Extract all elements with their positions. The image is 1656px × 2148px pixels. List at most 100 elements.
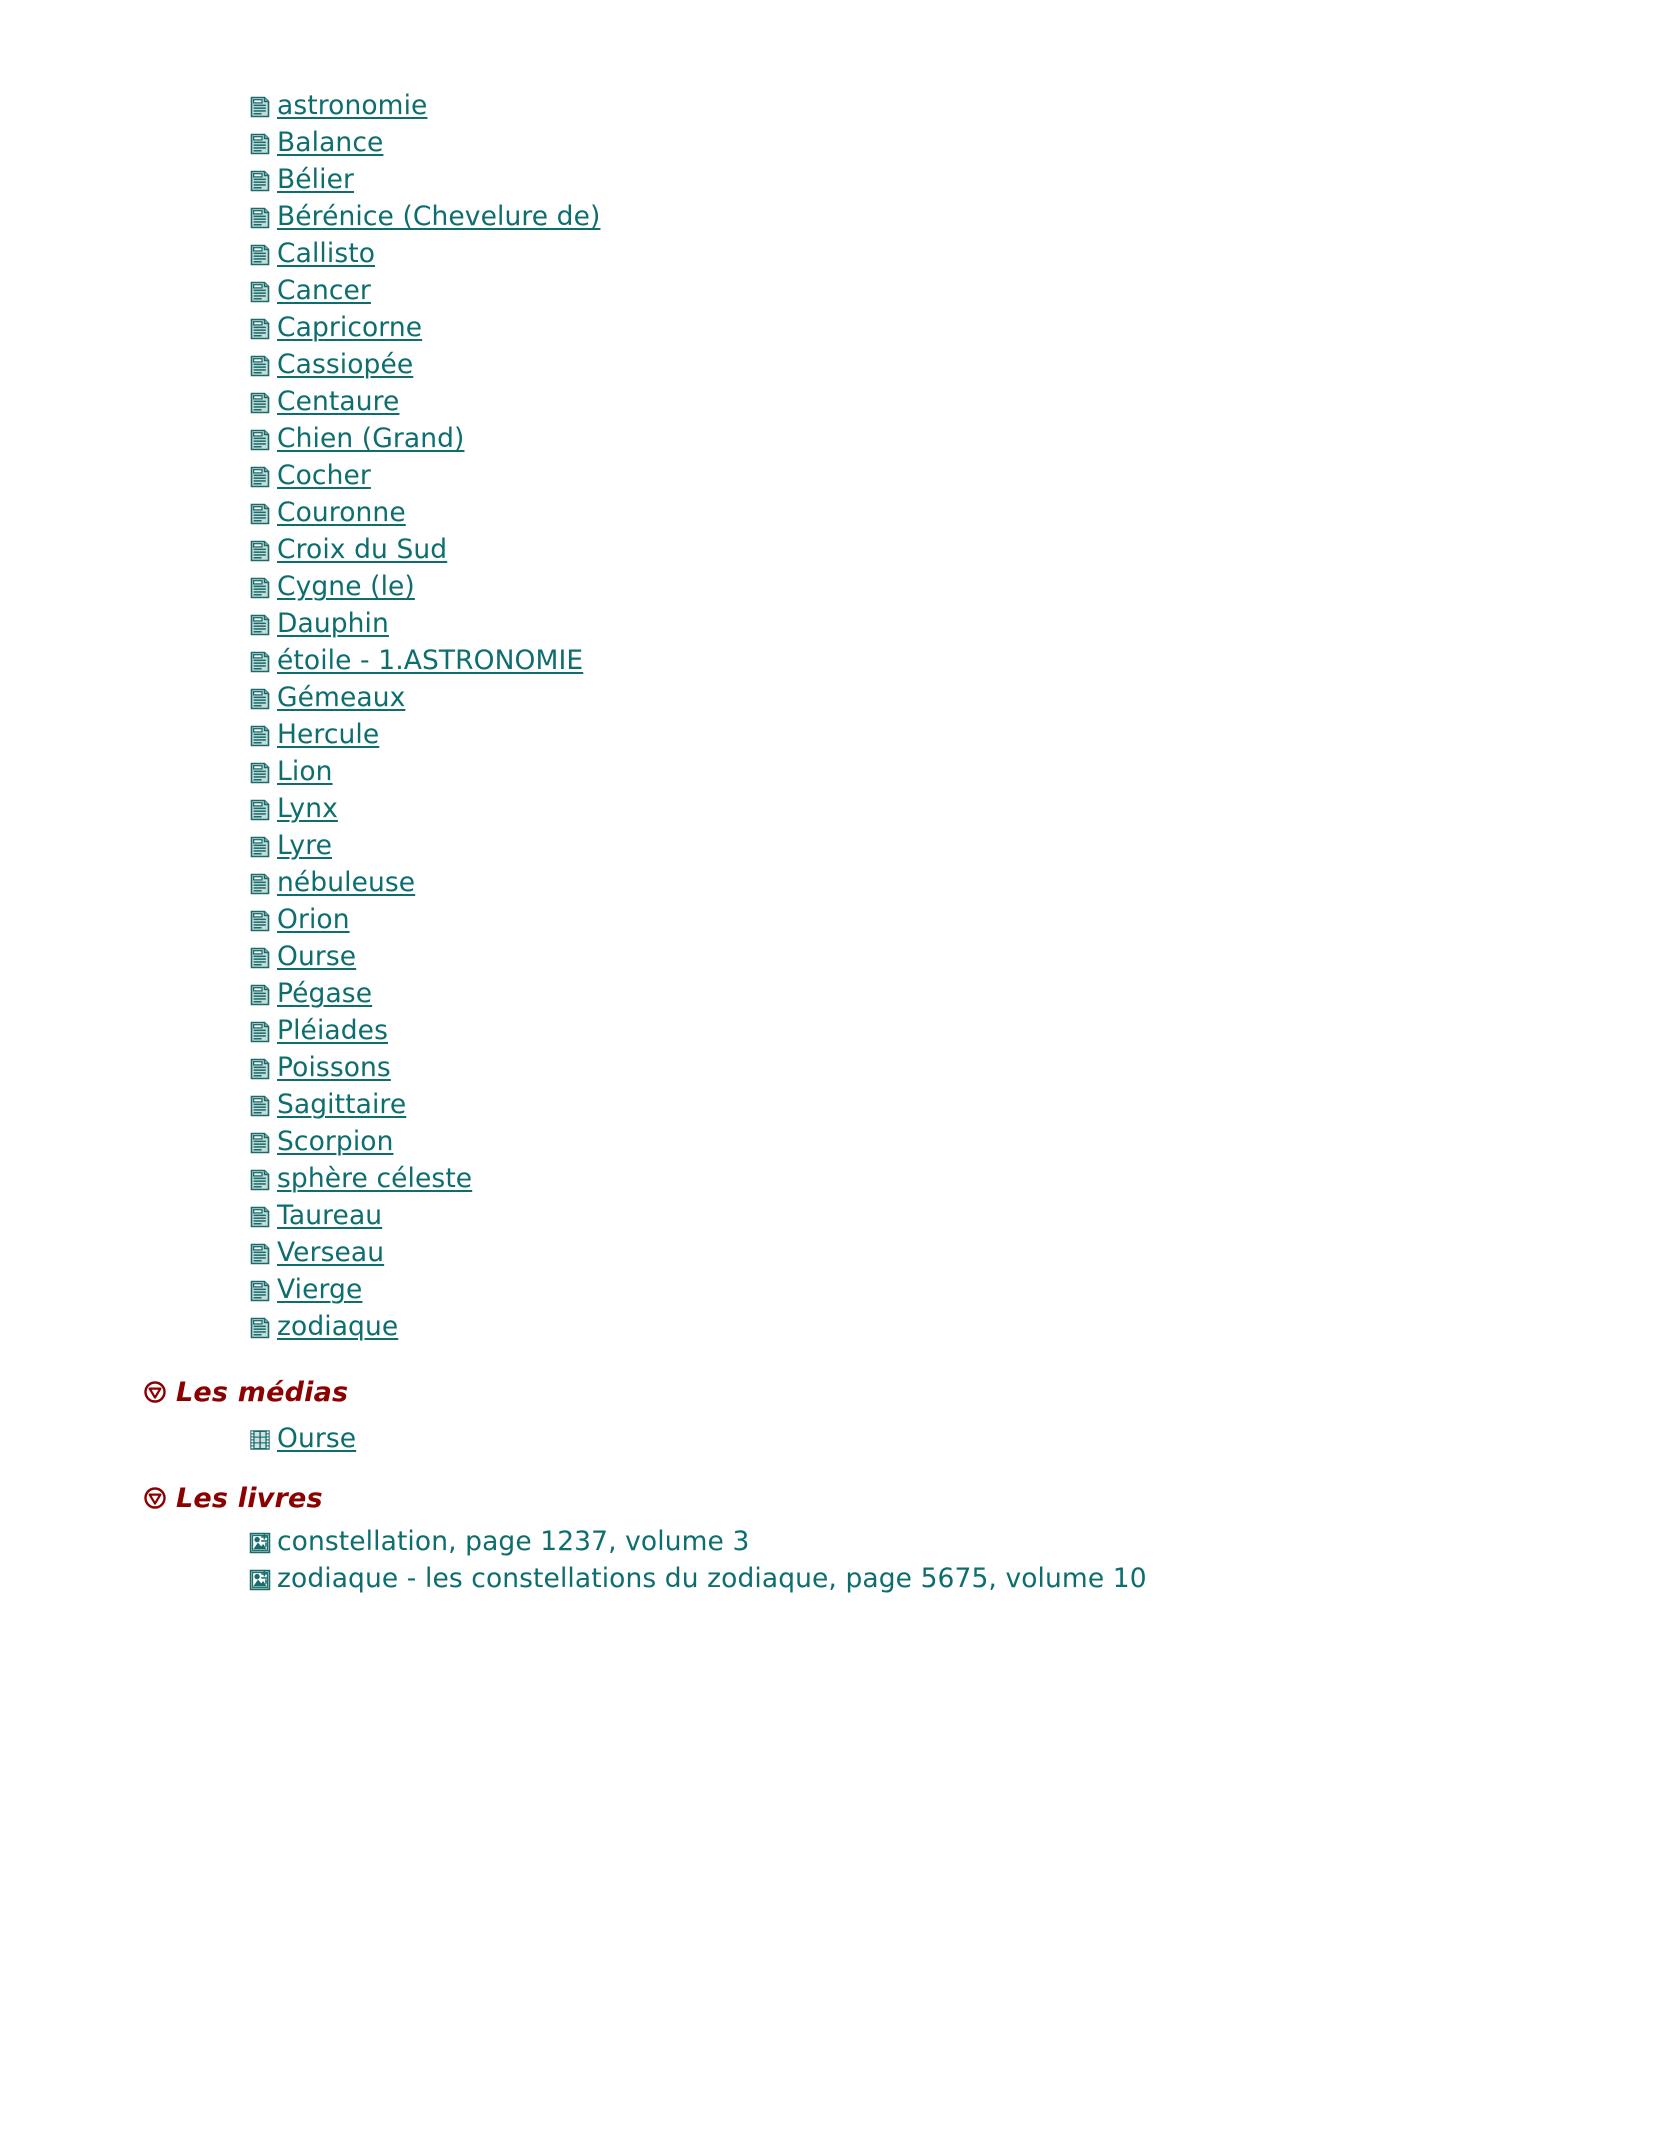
article-link-row[interactable]: nébuleuse xyxy=(249,865,600,902)
article-link[interactable]: Centaure xyxy=(277,389,399,416)
circle-triangle-bullet-icon xyxy=(143,1380,167,1404)
article-link[interactable]: Cocher xyxy=(277,463,371,490)
article-link-row[interactable]: astronomie xyxy=(249,88,600,125)
article-link[interactable]: astronomie xyxy=(277,93,427,120)
article-link-row[interactable]: étoile - 1.ASTRONOMIE xyxy=(249,643,600,680)
article-link-row[interactable]: Centaure xyxy=(249,384,600,421)
article-link-row[interactable]: Ourse xyxy=(249,939,600,976)
article-link[interactable]: Bélier xyxy=(277,167,354,194)
document-icon xyxy=(249,207,271,229)
article-link-row[interactable]: sphère céleste xyxy=(249,1161,600,1198)
section-heading-livres: Les livres xyxy=(143,1481,323,1515)
article-link-row[interactable]: Orion xyxy=(249,902,600,939)
article-link[interactable]: Sagittaire xyxy=(277,1092,406,1119)
article-link[interactable]: Verseau xyxy=(277,1240,384,1267)
article-link[interactable]: Dauphin xyxy=(277,611,389,638)
article-link[interactable]: Vierge xyxy=(277,1277,362,1304)
article-link-row[interactable]: Verseau xyxy=(249,1235,600,1272)
article-link-row[interactable]: Cassiopée xyxy=(249,347,600,384)
article-link[interactable]: Couronne xyxy=(277,500,406,527)
book-list: constellation, page 1237, volume 3 zodia… xyxy=(249,1524,1147,1598)
document-icon xyxy=(249,466,271,488)
document-icon xyxy=(249,133,271,155)
article-link-row[interactable]: Balance xyxy=(249,125,600,162)
document-icon xyxy=(249,1169,271,1191)
article-link[interactable]: Callisto xyxy=(277,241,375,268)
article-link[interactable]: Cygne (le) xyxy=(277,574,415,601)
article-link-row[interactable]: Lyre xyxy=(249,828,600,865)
article-link-row[interactable]: Bélier xyxy=(249,162,600,199)
article-link[interactable]: Scorpion xyxy=(277,1129,394,1156)
article-link-row[interactable]: Cygne (le) xyxy=(249,569,600,606)
document-icon xyxy=(249,873,271,895)
article-link-row[interactable]: Capricorne xyxy=(249,310,600,347)
document-icon xyxy=(249,688,271,710)
article-link[interactable]: Taureau xyxy=(277,1203,382,1230)
article-link-row[interactable]: Lynx xyxy=(249,791,600,828)
article-link-row[interactable]: Cancer xyxy=(249,273,600,310)
article-link-row[interactable]: Chien (Grand) xyxy=(249,421,600,458)
article-link-row[interactable]: Couronne xyxy=(249,495,600,532)
article-link-row[interactable]: Scorpion xyxy=(249,1124,600,1161)
article-link[interactable]: Gémeaux xyxy=(277,685,405,712)
document-icon xyxy=(249,984,271,1006)
article-link-row[interactable]: Lion xyxy=(249,754,600,791)
article-link[interactable]: sphère céleste xyxy=(277,1166,472,1193)
document-icon xyxy=(249,1132,271,1154)
document-icon xyxy=(249,836,271,858)
article-link[interactable]: Capricorne xyxy=(277,315,422,342)
article-link[interactable]: zodiaque xyxy=(277,1314,398,1341)
document-icon xyxy=(249,503,271,525)
article-link[interactable]: Pléiades xyxy=(277,1018,388,1045)
book-reference: constellation, page 1237, volume 3 xyxy=(277,1526,750,1558)
article-link-row[interactable]: Poissons xyxy=(249,1050,600,1087)
index-page: astronomie Balance Bélier Bérénice (Chev… xyxy=(0,0,1656,2148)
article-link-row[interactable]: Gémeaux xyxy=(249,680,600,717)
article-link[interactable]: Bérénice (Chevelure de) xyxy=(277,204,600,231)
document-icon xyxy=(249,1243,271,1265)
article-link-row[interactable]: Pégase xyxy=(249,976,600,1013)
article-link-row[interactable]: Callisto xyxy=(249,236,600,273)
media-link-row[interactable]: Ourse xyxy=(249,1421,356,1458)
article-link-row[interactable]: Sagittaire xyxy=(249,1087,600,1124)
media-link[interactable]: Ourse xyxy=(277,1426,356,1453)
article-link[interactable]: Cassiopée xyxy=(277,352,413,379)
article-link-row[interactable]: Bérénice (Chevelure de) xyxy=(249,199,600,236)
article-link-row[interactable]: Pléiades xyxy=(249,1013,600,1050)
document-icon xyxy=(249,651,271,673)
document-icon xyxy=(249,318,271,340)
article-link-row[interactable]: Dauphin xyxy=(249,606,600,643)
article-link-row[interactable]: Croix du Sud xyxy=(249,532,600,569)
book-image-icon xyxy=(249,1532,271,1554)
document-icon xyxy=(249,1206,271,1228)
film-strip-icon xyxy=(249,1429,271,1451)
article-link[interactable]: Ourse xyxy=(277,944,356,971)
article-link[interactable]: Orion xyxy=(277,907,350,934)
article-link-row[interactable]: zodiaque xyxy=(249,1309,600,1346)
article-link[interactable]: Poissons xyxy=(277,1055,391,1082)
document-icon xyxy=(249,1280,271,1302)
article-link-row[interactable]: Taureau xyxy=(249,1198,600,1235)
document-icon xyxy=(249,799,271,821)
article-link-row[interactable]: Hercule xyxy=(249,717,600,754)
article-link[interactable]: Cancer xyxy=(277,278,371,305)
document-icon xyxy=(249,1058,271,1080)
article-link[interactable]: Croix du Sud xyxy=(277,537,447,564)
book-reference: zodiaque - les constellations du zodiaqu… xyxy=(277,1563,1147,1595)
article-link[interactable]: étoile - 1.ASTRONOMIE xyxy=(277,648,583,675)
article-link[interactable]: Balance xyxy=(277,130,383,157)
document-icon xyxy=(249,540,271,562)
article-link[interactable]: Lynx xyxy=(277,796,338,823)
document-icon xyxy=(249,762,271,784)
article-link-row[interactable]: Cocher xyxy=(249,458,600,495)
article-link[interactable]: Chien (Grand) xyxy=(277,426,464,453)
article-link[interactable]: Pégase xyxy=(277,981,372,1008)
section-heading-label: Les médias xyxy=(176,1376,349,1408)
article-link[interactable]: nébuleuse xyxy=(277,870,415,897)
article-link[interactable]: Lion xyxy=(277,759,333,786)
book-image-icon xyxy=(249,1569,271,1591)
article-link-row[interactable]: Vierge xyxy=(249,1272,600,1309)
article-link[interactable]: Hercule xyxy=(277,722,379,749)
article-link[interactable]: Lyre xyxy=(277,833,332,860)
document-icon xyxy=(249,577,271,599)
